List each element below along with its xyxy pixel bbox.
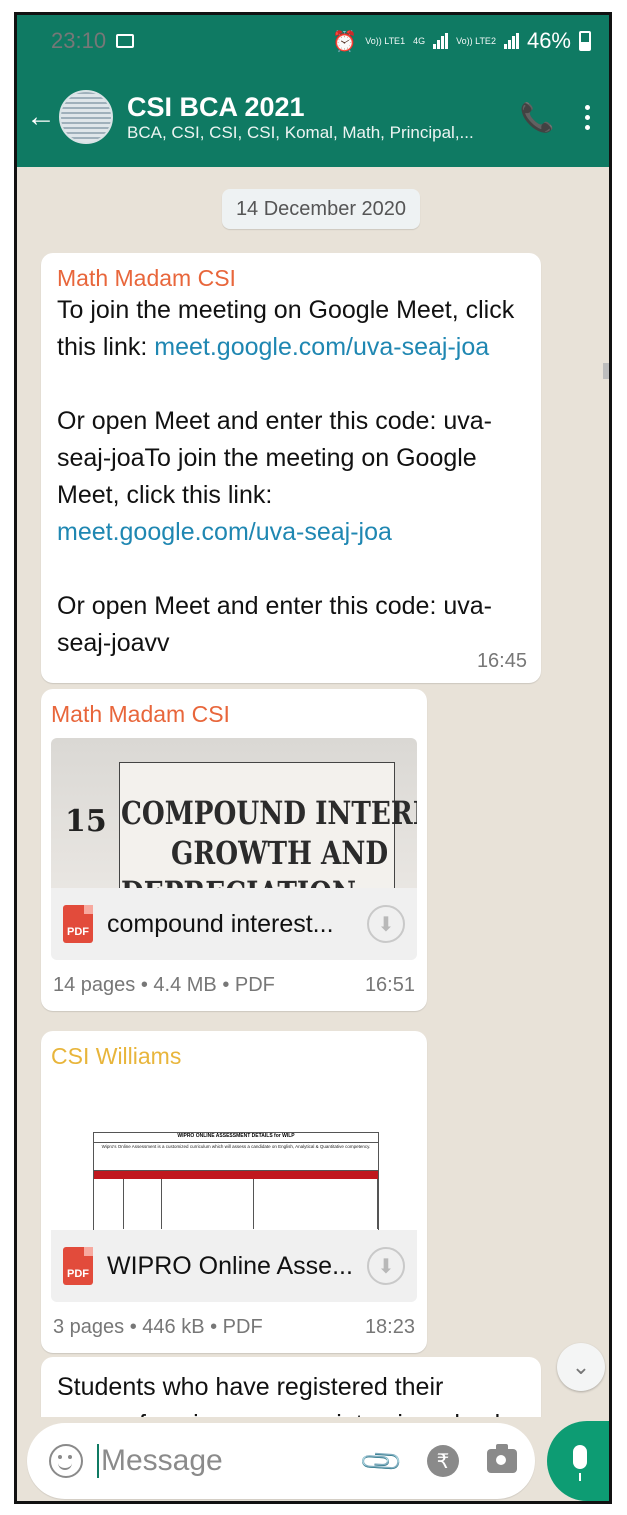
battery-percent: 46%: [526, 28, 571, 53]
chat-area[interactable]: 14 December 2020 Math Madam CSI To join …: [17, 167, 609, 1417]
phone-screen: 23:10 ⏰ Vo)) LTE1 4G Vo)) LTE2 46% ← CSI…: [14, 12, 612, 1504]
file-name: compound interest...: [107, 909, 334, 938]
network-label-1: Vo)) LTE1: [365, 35, 406, 46]
status-time: 23:10: [51, 28, 107, 53]
status-icons: ⏰ Vo)) LTE1 4G Vo)) LTE2 46%: [332, 28, 591, 54]
document-preview[interactable]: 15 COMPOUND INTEREST, GROWTH AND DEPRECI…: [51, 738, 417, 888]
document-footer: 14 pages • 4.4 MB • PDF 16:51: [51, 974, 417, 997]
file-bar[interactable]: PDF compound interest... ⬇: [51, 888, 417, 960]
network-label-3: Vo)) LTE2: [456, 35, 496, 46]
more-options-icon[interactable]: [565, 104, 609, 130]
download-icon[interactable]: ⬇: [367, 905, 405, 943]
message-text: Students who have registered their names…: [57, 1373, 507, 1417]
date-pill: 14 December 2020: [222, 189, 420, 229]
signal-icon-2: [503, 33, 519, 49]
file-meta: 14 pages • 4.4 MB • PDF: [53, 974, 275, 996]
scroll-down-icon[interactable]: ⌄: [557, 1343, 605, 1391]
preview-title: DEPRECIATION: [121, 874, 356, 888]
message-text: To join the meeting on Google Meet, clic…: [57, 296, 515, 657]
group-title: CSI BCA 2021: [127, 92, 305, 122]
meet-link[interactable]: meet.google.com/uva-seaj-joa: [154, 333, 489, 361]
message-time: 16:51: [364, 974, 415, 996]
document-preview[interactable]: WIPRO ONLINE ASSESSMENT DETAILS for WILP…: [51, 1080, 417, 1230]
group-info[interactable]: CSI BCA 2021 BCA, CSI, CSI, CSI, Komal, …: [127, 91, 509, 143]
text-caret: [97, 1444, 99, 1478]
composer: Message 📎 ₹: [17, 1417, 609, 1501]
message-sender[interactable]: CSI Williams: [51, 1043, 417, 1070]
battery-icon: [579, 31, 591, 51]
document-footer: 3 pages • 446 kB • PDF 18:23: [51, 1316, 417, 1339]
status-bar: 23:10 ⏰ Vo)) LTE1 4G Vo)) LTE2 46%: [17, 15, 609, 67]
pdf-icon: PDF: [63, 1247, 93, 1285]
preview-header: WIPRO ONLINE ASSESSMENT DETAILS for WILP: [94, 1133, 378, 1143]
message-sender[interactable]: Math Madam CSI: [57, 265, 525, 292]
message-sender[interactable]: Math Madam CSI: [51, 701, 417, 728]
add-call-icon[interactable]: 📞: [509, 101, 565, 134]
message-bubble[interactable]: Math Madam CSI To join the meeting on Go…: [41, 253, 541, 683]
message-time: 18:23: [364, 1316, 415, 1338]
scrollbar-thumb[interactable]: [603, 363, 609, 379]
file-meta: 3 pages • 446 kB • PDF: [53, 1316, 263, 1338]
payment-icon[interactable]: ₹: [427, 1445, 459, 1477]
chapter-number: 15: [65, 804, 107, 839]
gallery-icon: [116, 34, 135, 48]
arrow-left-icon[interactable]: ←: [23, 100, 59, 134]
message-placeholder[interactable]: Message: [101, 1444, 364, 1478]
message-time: 16:45: [476, 650, 527, 672]
file-name: WIPRO Online Asse...: [107, 1251, 353, 1280]
network-label-2: 4G: [413, 35, 426, 46]
pdf-icon: PDF: [63, 905, 93, 943]
group-avatar[interactable]: [59, 90, 113, 144]
message-input[interactable]: Message 📎 ₹: [27, 1423, 535, 1499]
microphone-button[interactable]: [547, 1421, 609, 1501]
alarm-icon: ⏰: [332, 30, 358, 53]
preview-title: COMPOUND INTEREST,: [121, 794, 417, 832]
signal-icon: [433, 33, 449, 49]
download-icon[interactable]: ⬇: [367, 1247, 405, 1285]
attachment-icon[interactable]: 📎: [358, 1437, 406, 1485]
emoji-icon[interactable]: [49, 1444, 83, 1478]
message-bubble[interactable]: Students who have registered their names…: [41, 1357, 541, 1417]
meet-link[interactable]: meet.google.com/uva-seaj-joa: [57, 518, 392, 546]
preview-table: WIPRO ONLINE ASSESSMENT DETAILS for WILP…: [93, 1132, 379, 1230]
file-bar[interactable]: PDF WIPRO Online Asse... ⬇: [51, 1230, 417, 1302]
preview-title: GROWTH AND: [171, 834, 389, 872]
camera-icon[interactable]: [487, 1444, 517, 1473]
chat-header: ← CSI BCA 2021 BCA, CSI, CSI, CSI, Komal…: [17, 67, 609, 167]
document-message[interactable]: Math Madam CSI 15 COMPOUND INTEREST, GRO…: [41, 689, 427, 1011]
microphone-icon: [573, 1445, 587, 1481]
document-message[interactable]: CSI Williams WIPRO ONLINE ASSESSMENT DET…: [41, 1031, 427, 1353]
group-members: BCA, CSI, CSI, CSI, Komal, Math, Princip…: [127, 123, 474, 142]
preview-text: Wipro's Online Assessment is a customize…: [94, 1143, 378, 1171]
